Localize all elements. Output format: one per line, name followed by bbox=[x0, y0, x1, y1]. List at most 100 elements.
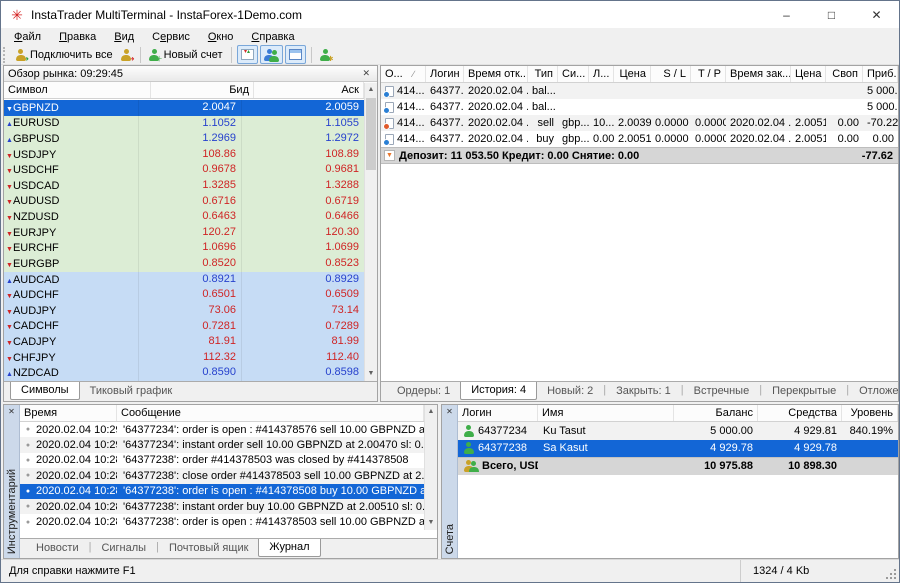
minimize-button[interactable]: – bbox=[764, 1, 809, 29]
history-tab[interactable]: Ордеры: 1 bbox=[387, 383, 460, 400]
column-price[interactable]: Цена bbox=[614, 66, 651, 82]
history-tab[interactable]: Перекрытые bbox=[762, 383, 846, 400]
history-tab[interactable]: Отложенный: 1 bbox=[849, 383, 900, 400]
journal-row[interactable]: ●2020.02.04 10:28:...'64377238': close o… bbox=[20, 468, 437, 483]
journal-row[interactable]: ●2020.02.04 10:28:...'64377238': instant… bbox=[20, 499, 437, 514]
account-row[interactable]: 64377238Sa Kasut4 929.784 929.78 bbox=[458, 440, 898, 458]
symbol-row[interactable]: ▼AUDUSD0.67160.6719 bbox=[4, 194, 364, 210]
menu-item[interactable]: Файл bbox=[5, 29, 50, 45]
column-name[interactable]: Имя bbox=[538, 405, 674, 421]
close-button[interactable]: ✕ bbox=[854, 1, 899, 29]
column-ask[interactable]: Аск bbox=[254, 82, 364, 98]
symbol-row[interactable]: ▼USDCAD1.32851.3288 bbox=[4, 178, 364, 194]
scroll-down-icon[interactable]: ▼ bbox=[365, 367, 377, 381]
history-tab[interactable]: История: 4 bbox=[460, 382, 537, 400]
symbol-row[interactable]: ▼EURJPY120.27120.30 bbox=[4, 225, 364, 241]
journal-scrollbar[interactable]: ▲ ▼ bbox=[424, 405, 437, 530]
account-settings-button[interactable]: ✱ bbox=[316, 45, 335, 64]
symbol-row[interactable]: ▲GBPUSD1.29691.2972 bbox=[4, 131, 364, 147]
journal-row[interactable]: ●2020.02.04 10:28:...'64377238': order #… bbox=[20, 453, 437, 468]
journal-row[interactable]: ●2020.02.04 10:28:...'64377238': order i… bbox=[20, 484, 437, 499]
symbol-row[interactable]: ▼CADJPY81.9181.99 bbox=[4, 334, 364, 350]
journal-row[interactable]: ●2020.02.04 10:29:...'64377234': order i… bbox=[20, 422, 437, 437]
toggle-accounts-button[interactable] bbox=[260, 45, 283, 64]
symbol-row[interactable]: ▼CHFJPY112.32112.40 bbox=[4, 350, 364, 366]
symbol-row[interactable]: ▼NZDUSD0.64630.6466 bbox=[4, 209, 364, 225]
history-tab[interactable]: Встречные bbox=[684, 383, 760, 400]
market-watch-tab[interactable]: Символы bbox=[10, 382, 80, 400]
scroll-up-icon[interactable]: ▲ bbox=[365, 83, 377, 97]
column-symbol[interactable]: Символ bbox=[4, 82, 151, 98]
account-row[interactable]: Всего, USD10 975.8810 898.30 bbox=[458, 457, 898, 475]
column-level[interactable]: Уровень bbox=[842, 405, 898, 421]
column-lots[interactable]: Л... bbox=[589, 66, 614, 82]
toggle-terminal-button[interactable] bbox=[285, 45, 306, 64]
column-close-price[interactable]: Цена bbox=[791, 66, 826, 82]
menu-item[interactable]: Справка bbox=[242, 29, 303, 45]
maximize-button[interactable]: □ bbox=[809, 1, 854, 29]
menu-item[interactable]: Окно bbox=[199, 29, 243, 45]
market-watch-close-icon[interactable]: ✕ bbox=[359, 68, 373, 79]
column-open-time[interactable]: Время отк... bbox=[464, 66, 528, 82]
scroll-up-icon[interactable]: ▲ bbox=[425, 405, 437, 419]
symbol-row[interactable]: ▼EURGBP0.85200.8523 bbox=[4, 256, 364, 272]
menu-item[interactable]: Сервис bbox=[143, 29, 199, 45]
column-order[interactable]: О...∕ bbox=[381, 66, 426, 82]
connect-all-button[interactable]: ➜ Подключить все bbox=[11, 45, 117, 64]
order-row[interactable]: 414...64377...2020.02.04 ...sellgbp...10… bbox=[381, 115, 898, 131]
resize-grip[interactable] bbox=[885, 568, 899, 582]
symbol-row[interactable]: ▲EURUSD1.10521.1055 bbox=[4, 116, 364, 132]
symbol-name: ▼USDJPY bbox=[4, 149, 138, 161]
symbol-row[interactable]: ▲AUDCAD0.89210.8929 bbox=[4, 272, 364, 288]
market-watch-tab[interactable]: Тиковый график bbox=[80, 383, 183, 400]
bid-price: 0.8590 bbox=[138, 365, 241, 381]
history-tab[interactable]: Закрыть: 1 bbox=[606, 383, 681, 400]
order-row[interactable]: 414...64377...2020.02.04 ...buygbp...0.0… bbox=[381, 131, 898, 147]
symbol-row[interactable]: ▼AUDCHF0.65010.6509 bbox=[4, 287, 364, 303]
history-tab[interactable]: Новый: 2 bbox=[537, 383, 603, 400]
symbol-row[interactable]: ▼USDCHF0.96780.9681 bbox=[4, 162, 364, 178]
accounts-close-icon[interactable]: ✕ bbox=[446, 407, 453, 416]
column-login[interactable]: Логин bbox=[458, 405, 538, 421]
column-balance[interactable]: Баланс bbox=[674, 405, 758, 421]
new-account-button[interactable]: ＋ Новый счет bbox=[145, 45, 227, 64]
column-symbol[interactable]: Си... bbox=[558, 66, 589, 82]
column-equity[interactable]: Средства bbox=[758, 405, 842, 421]
log-time-cell: 2020.02.04 10:28:... bbox=[36, 470, 117, 482]
symbol-row[interactable]: ▼EURCHF1.06961.0699 bbox=[4, 240, 364, 256]
column-bid[interactable]: Бид bbox=[151, 82, 254, 98]
column-login[interactable]: Логин bbox=[426, 66, 464, 82]
toolbar-grip[interactable] bbox=[3, 47, 8, 63]
scroll-down-icon[interactable]: ▼ bbox=[425, 516, 437, 530]
terminal-tab[interactable]: Сигналы bbox=[91, 540, 156, 557]
column-profit[interactable]: Приб... bbox=[863, 66, 898, 82]
symbol-row[interactable]: ▲NZDCAD0.85900.8598 bbox=[4, 365, 364, 381]
journal-row[interactable]: ●2020.02.04 10:28:...'64377238': order i… bbox=[20, 514, 437, 529]
column-swap[interactable]: Своп bbox=[826, 66, 863, 82]
account-row[interactable]: 64377234Ku Tasut5 000.004 929.81840.19% bbox=[458, 422, 898, 440]
column-close-time[interactable]: Время зак... bbox=[726, 66, 791, 82]
terminal-tab[interactable]: Журнал bbox=[258, 539, 320, 557]
column-type[interactable]: Тип bbox=[528, 66, 558, 82]
terminal-tab[interactable]: Почтовый ящик bbox=[159, 540, 258, 557]
column-message[interactable]: Сообщение bbox=[117, 405, 424, 421]
order-row[interactable]: 414...64377...2020.02.04 ...bal...5 000.… bbox=[381, 99, 898, 115]
column-sl[interactable]: S / L bbox=[651, 66, 691, 82]
menu-item[interactable]: Правка bbox=[50, 29, 105, 45]
symbol-row[interactable]: ▼USDJPY108.86108.89 bbox=[4, 147, 364, 163]
terminal-tab[interactable]: Новости bbox=[26, 540, 89, 557]
symbol-row[interactable]: ▼AUDJPY73.0673.14 bbox=[4, 303, 364, 319]
market-watch-scrollbar[interactable]: ▲ ▼ bbox=[364, 83, 377, 381]
symbol-row[interactable]: ▼CADCHF0.72810.7289 bbox=[4, 319, 364, 335]
column-time[interactable]: Время bbox=[20, 405, 117, 421]
terminal-close-icon[interactable]: ✕ bbox=[8, 407, 15, 416]
symbol-name: ▼EURJPY bbox=[4, 227, 138, 239]
column-tp[interactable]: T / P bbox=[691, 66, 726, 82]
journal-row[interactable]: ●2020.02.04 10:29:...'64377234': instant… bbox=[20, 437, 437, 452]
toggle-market-watch-button[interactable]: ▾▴ bbox=[237, 45, 258, 64]
menu-item[interactable]: Вид bbox=[105, 29, 143, 45]
disconnect-all-button[interactable]: ➜ bbox=[117, 45, 136, 64]
order-row[interactable]: 414...64377...2020.02.04 ...bal...5 000.… bbox=[381, 83, 898, 99]
symbol-row[interactable]: ▼GBPNZD2.00472.0059 bbox=[4, 100, 364, 116]
scroll-thumb[interactable] bbox=[366, 98, 376, 170]
